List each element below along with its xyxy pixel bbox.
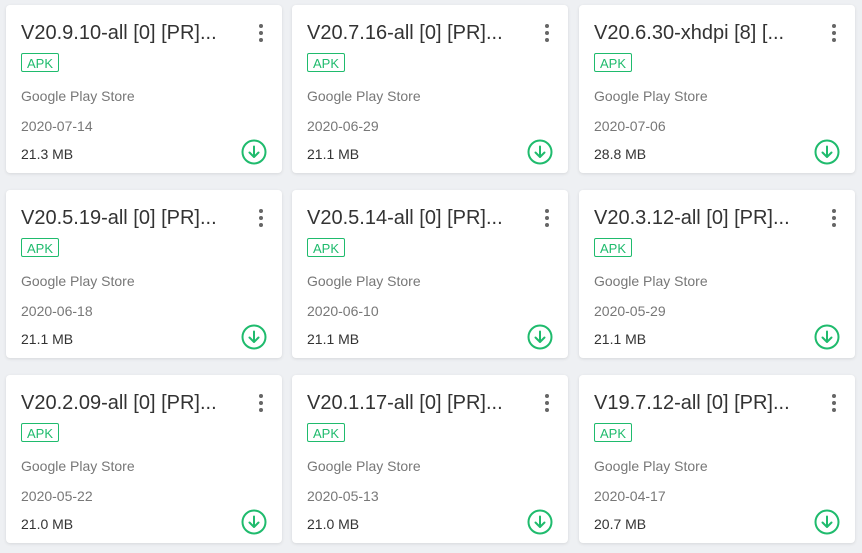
release-date: 2020-05-22 (21, 488, 93, 504)
release-date: 2020-06-29 (307, 118, 379, 134)
version-title: V20.2.09-all [0] [PR]... (21, 392, 217, 414)
download-circle-icon (527, 509, 553, 535)
more-options-button[interactable] (537, 202, 557, 234)
download-button[interactable] (527, 139, 553, 165)
download-button[interactable] (241, 509, 267, 535)
download-circle-icon (814, 139, 840, 165)
apk-badge: APK (307, 238, 346, 257)
version-title: V20.1.17-all [0] [PR]... (307, 392, 503, 414)
version-title: V20.6.30-xhdpi [8] [... (594, 22, 785, 44)
release-date: 2020-05-29 (594, 303, 666, 319)
more-options-button[interactable] (824, 387, 844, 419)
more-vertical-icon (832, 394, 836, 398)
version-card[interactable]: V20.5.19-all [0] [PR]... APK Google Play… (6, 190, 282, 358)
more-vertical-icon (545, 24, 549, 28)
download-button[interactable] (814, 139, 840, 165)
more-options-button[interactable] (537, 17, 557, 49)
download-circle-icon (527, 324, 553, 350)
release-date: 2020-05-13 (307, 488, 379, 504)
version-title: V20.7.16-all [0] [PR]... (307, 22, 503, 44)
source-label: Google Play Store (21, 458, 135, 474)
download-circle-icon (527, 139, 553, 165)
more-vertical-icon (259, 394, 263, 398)
more-vertical-icon (545, 209, 549, 213)
source-label: Google Play Store (307, 273, 421, 289)
more-vertical-icon (259, 209, 263, 213)
version-title: V20.5.14-all [0] [PR]... (307, 207, 503, 229)
more-options-button[interactable] (251, 202, 271, 234)
version-card[interactable]: V20.6.30-xhdpi [8] [... APK Google Play … (579, 5, 855, 173)
apk-badge: APK (594, 238, 633, 257)
apk-badge: APK (21, 423, 60, 442)
release-date: 2020-04-17 (594, 488, 666, 504)
source-label: Google Play Store (594, 273, 708, 289)
release-date: 2020-06-18 (21, 303, 93, 319)
more-options-button[interactable] (537, 387, 557, 419)
file-size: 21.1 MB (307, 331, 360, 347)
version-title: V19.7.12-all [0] [PR]... (594, 392, 790, 414)
file-size: 21.1 MB (594, 331, 647, 347)
file-size: 21.1 MB (307, 146, 360, 162)
download-circle-icon (814, 324, 840, 350)
file-size: 21.0 MB (307, 516, 360, 532)
source-label: Google Play Store (307, 88, 421, 104)
version-card[interactable]: V20.3.12-all [0] [PR]... APK Google Play… (579, 190, 855, 358)
more-options-button[interactable] (824, 202, 844, 234)
download-button[interactable] (527, 509, 553, 535)
apk-badge: APK (307, 423, 346, 442)
version-card[interactable]: V20.9.10-all [0] [PR]... APK Google Play… (6, 5, 282, 173)
release-date: 2020-06-10 (307, 303, 379, 319)
more-vertical-icon (832, 24, 836, 28)
apk-badge: APK (307, 53, 346, 72)
file-size: 20.7 MB (594, 516, 647, 532)
file-size: 21.1 MB (21, 331, 74, 347)
more-options-button[interactable] (824, 17, 844, 49)
download-button[interactable] (814, 324, 840, 350)
file-size: 28.8 MB (594, 146, 647, 162)
source-label: Google Play Store (594, 88, 708, 104)
file-size: 21.3 MB (21, 146, 74, 162)
download-circle-icon (241, 509, 267, 535)
source-label: Google Play Store (21, 88, 135, 104)
more-vertical-icon (832, 209, 836, 213)
more-options-button[interactable] (251, 387, 271, 419)
source-label: Google Play Store (307, 458, 421, 474)
download-button[interactable] (814, 509, 840, 535)
apk-badge: APK (594, 423, 633, 442)
file-size: 21.0 MB (21, 516, 74, 532)
download-button[interactable] (241, 324, 267, 350)
apk-badge: APK (21, 238, 60, 257)
version-card[interactable]: V20.1.17-all [0] [PR]... APK Google Play… (292, 375, 568, 543)
source-label: Google Play Store (594, 458, 708, 474)
release-date: 2020-07-06 (594, 118, 666, 134)
more-vertical-icon (545, 394, 549, 398)
version-title: V20.9.10-all [0] [PR]... (21, 22, 217, 44)
version-card[interactable]: V19.7.12-all [0] [PR]... APK Google Play… (579, 375, 855, 543)
version-title: V20.5.19-all [0] [PR]... (21, 207, 217, 229)
source-label: Google Play Store (21, 273, 135, 289)
version-card[interactable]: V20.2.09-all [0] [PR]... APK Google Play… (6, 375, 282, 543)
version-card[interactable]: V20.7.16-all [0] [PR]... APK Google Play… (292, 5, 568, 173)
download-circle-icon (814, 509, 840, 535)
release-date: 2020-07-14 (21, 118, 93, 134)
download-circle-icon (241, 324, 267, 350)
apk-badge: APK (21, 53, 60, 72)
version-card[interactable]: V20.5.14-all [0] [PR]... APK Google Play… (292, 190, 568, 358)
version-grid: V20.9.10-all [0] [PR]... APK Google Play… (0, 0, 862, 553)
apk-badge: APK (594, 53, 633, 72)
version-title: V20.3.12-all [0] [PR]... (594, 207, 790, 229)
download-button[interactable] (527, 324, 553, 350)
download-circle-icon (241, 139, 267, 165)
more-options-button[interactable] (251, 17, 271, 49)
download-button[interactable] (241, 139, 267, 165)
more-vertical-icon (259, 24, 263, 28)
